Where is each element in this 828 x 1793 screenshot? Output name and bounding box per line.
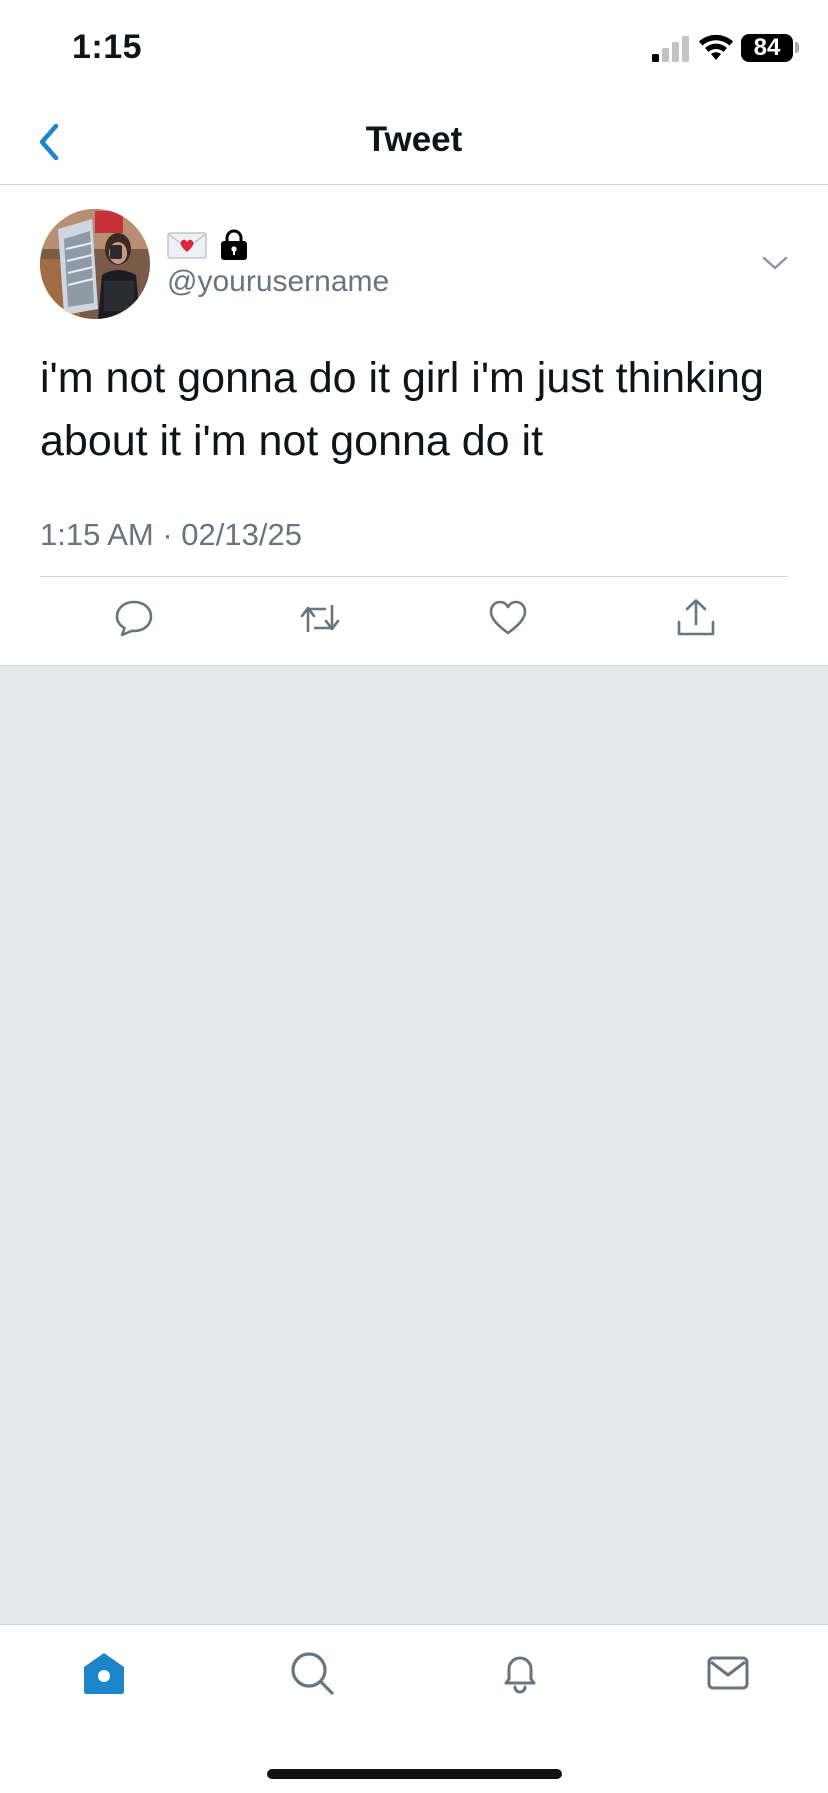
tweet-text: i'm not gonna do it girl i'm just thinki… [40,354,764,465]
tab-search[interactable] [288,1649,336,1697]
tab-bar [0,1624,828,1793]
avatar-photo [40,209,150,319]
mail-icon [707,1656,749,1690]
home-indicator[interactable] [267,1769,562,1779]
status-time: 1:15 [72,28,143,66]
home-icon [84,1653,124,1694]
heart-icon [489,600,527,635]
retweet-icon [300,605,340,632]
tweet-card: @yourusername i'm not gonna do it girl i… [0,185,828,666]
username-handle[interactable]: @yourusername [167,265,389,299]
cellular-signal-icon [652,36,689,62]
search-icon [291,1652,334,1695]
display-name[interactable] [167,227,249,263]
status-bar: 1:15 84 [0,0,828,100]
tab-notifications[interactable] [496,1649,544,1697]
lock-icon [221,229,247,260]
nav-header: Tweet [0,100,828,185]
tweet-timestamp[interactable]: 1:15 AM · 02/13/25 [40,517,302,553]
battery-nub [795,42,799,53]
retweet-button[interactable] [299,597,341,639]
chevron-down-icon [762,256,788,270]
wifi-icon [699,34,733,60]
share-icon [677,599,715,636]
reply-button[interactable] [113,597,155,639]
more-options-button[interactable] [760,251,790,275]
divider [40,576,788,577]
replies-area [0,666,828,1624]
page-title: Tweet [365,120,463,159]
battery-indicator: 84 [741,34,793,62]
share-button[interactable] [675,597,717,639]
love-letter-icon [167,232,207,259]
tab-home[interactable] [80,1649,128,1697]
avatar[interactable] [40,209,150,319]
like-button[interactable] [487,597,529,639]
tab-messages[interactable] [704,1649,752,1697]
reply-icon [115,600,153,637]
bell-icon [504,1656,536,1694]
